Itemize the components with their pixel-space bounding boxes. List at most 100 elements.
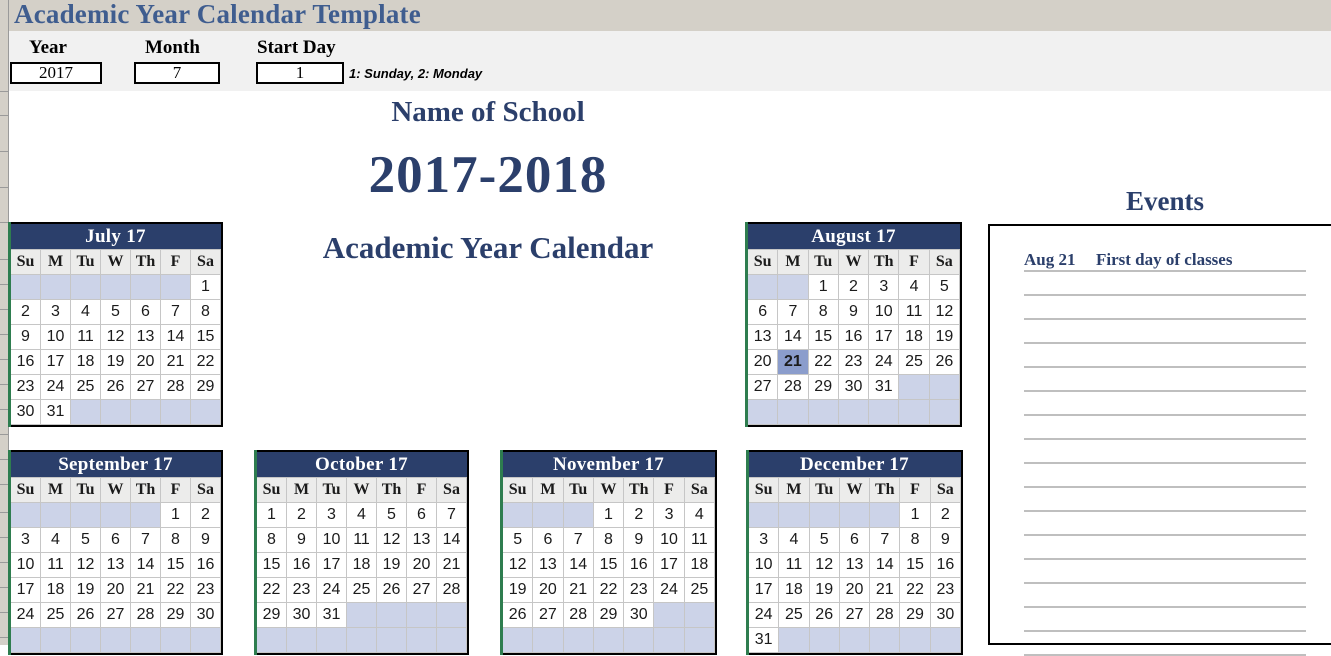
day-cell[interactable]: 19 bbox=[808, 577, 840, 603]
day-cell[interactable]: 25 bbox=[683, 577, 716, 603]
day-cell[interactable]: 9 bbox=[190, 527, 221, 553]
day-cell[interactable]: 1 bbox=[190, 274, 221, 300]
day-cell[interactable]: 3 bbox=[653, 502, 685, 528]
day-cell[interactable]: 5 bbox=[100, 299, 131, 325]
day-cell[interactable]: 30 bbox=[190, 602, 221, 628]
day-cell[interactable]: 26 bbox=[376, 577, 407, 603]
day-cell[interactable]: 7 bbox=[777, 299, 809, 325]
month-input[interactable]: 7 bbox=[134, 62, 220, 84]
day-cell[interactable]: 16 bbox=[286, 552, 317, 578]
day-cell[interactable]: 9 bbox=[286, 527, 317, 553]
day-cell[interactable]: 7 bbox=[160, 299, 191, 325]
day-cell[interactable]: 30 bbox=[929, 602, 962, 628]
day-cell[interactable]: 25 bbox=[778, 602, 810, 628]
event-row[interactable] bbox=[1024, 390, 1306, 416]
day-cell[interactable]: 13 bbox=[130, 324, 161, 350]
day-cell[interactable]: 22 bbox=[899, 577, 931, 603]
day-cell[interactable]: 28 bbox=[130, 602, 161, 628]
day-cell[interactable]: 23 bbox=[286, 577, 317, 603]
day-cell[interactable]: 22 bbox=[256, 577, 287, 603]
day-cell[interactable]: 3 bbox=[40, 299, 71, 325]
day-cell[interactable]: 27 bbox=[130, 374, 161, 400]
day-cell[interactable]: 11 bbox=[346, 527, 377, 553]
day-cell[interactable]: 20 bbox=[838, 577, 871, 603]
event-description[interactable]: First day of classes bbox=[1096, 250, 1232, 270]
day-cell[interactable]: 26 bbox=[100, 374, 131, 400]
day-cell[interactable]: 9 bbox=[10, 324, 41, 350]
day-cell[interactable]: 9 bbox=[929, 527, 962, 553]
day-cell[interactable]: 30 bbox=[286, 602, 317, 628]
day-cell[interactable]: 11 bbox=[683, 527, 716, 553]
day-cell[interactable]: 25 bbox=[40, 602, 71, 628]
day-cell[interactable]: 18 bbox=[346, 552, 377, 578]
day-cell[interactable]: 5 bbox=[70, 527, 101, 553]
day-cell[interactable]: 8 bbox=[160, 527, 191, 553]
day-cell[interactable]: 5 bbox=[501, 527, 534, 553]
day-cell[interactable]: 18 bbox=[778, 577, 810, 603]
day-cell[interactable]: 14 bbox=[562, 552, 594, 578]
day-cell[interactable]: 16 bbox=[929, 552, 962, 578]
day-cell[interactable]: 23 bbox=[837, 349, 870, 375]
day-cell[interactable]: 13 bbox=[406, 527, 437, 553]
day-cell[interactable]: 13 bbox=[100, 552, 131, 578]
day-cell[interactable]: 31 bbox=[40, 399, 71, 425]
day-cell[interactable]: 26 bbox=[501, 602, 534, 628]
day-cell[interactable]: 29 bbox=[256, 602, 287, 628]
event-row[interactable] bbox=[1024, 606, 1306, 632]
day-cell[interactable]: 22 bbox=[807, 349, 839, 375]
day-cell[interactable]: 30 bbox=[623, 602, 655, 628]
day-cell[interactable]: 26 bbox=[70, 602, 101, 628]
event-row[interactable] bbox=[1024, 414, 1306, 440]
day-cell[interactable]: 11 bbox=[40, 552, 71, 578]
day-cell[interactable]: 18 bbox=[683, 552, 716, 578]
day-cell[interactable]: 17 bbox=[747, 577, 780, 603]
day-cell[interactable]: 23 bbox=[190, 577, 221, 603]
day-cell[interactable]: 31 bbox=[747, 627, 780, 653]
day-cell[interactable]: 27 bbox=[406, 577, 437, 603]
day-cell[interactable]: 31 bbox=[868, 374, 900, 400]
event-row[interactable] bbox=[1024, 438, 1306, 464]
day-cell[interactable]: 15 bbox=[807, 324, 839, 350]
event-row[interactable] bbox=[1024, 462, 1306, 488]
day-cell[interactable]: 12 bbox=[928, 299, 961, 325]
day-cell[interactable]: 15 bbox=[592, 552, 625, 578]
day-cell[interactable]: 7 bbox=[436, 502, 467, 528]
day-cell[interactable]: 12 bbox=[808, 552, 840, 578]
day-cell[interactable]: 6 bbox=[746, 299, 779, 325]
day-cell[interactable]: 14 bbox=[436, 527, 467, 553]
day-cell[interactable]: 14 bbox=[777, 324, 809, 350]
day-cell[interactable]: 27 bbox=[100, 602, 131, 628]
day-cell[interactable]: 12 bbox=[100, 324, 131, 350]
day-cell[interactable]: 4 bbox=[898, 274, 930, 300]
day-cell[interactable]: 1 bbox=[256, 502, 287, 528]
day-cell[interactable]: 29 bbox=[807, 374, 839, 400]
day-cell[interactable]: 5 bbox=[376, 502, 407, 528]
day-cell[interactable]: 4 bbox=[40, 527, 71, 553]
day-cell[interactable]: 16 bbox=[190, 552, 221, 578]
day-cell[interactable]: 2 bbox=[190, 502, 221, 528]
day-cell[interactable]: 12 bbox=[70, 552, 101, 578]
day-cell[interactable]: 2 bbox=[286, 502, 317, 528]
day-cell[interactable]: 19 bbox=[928, 324, 961, 350]
day-cell[interactable]: 19 bbox=[376, 552, 407, 578]
day-cell[interactable]: 16 bbox=[623, 552, 655, 578]
day-cell[interactable]: 27 bbox=[532, 602, 564, 628]
day-cell[interactable]: 22 bbox=[190, 349, 221, 375]
day-cell[interactable]: 25 bbox=[898, 349, 930, 375]
day-cell[interactable]: 8 bbox=[899, 527, 931, 553]
day-cell[interactable]: 24 bbox=[868, 349, 900, 375]
day-cell[interactable]: 20 bbox=[406, 552, 437, 578]
day-cell[interactable]: 2 bbox=[837, 274, 870, 300]
day-cell[interactable]: 5 bbox=[928, 274, 961, 300]
day-cell[interactable]: 14 bbox=[160, 324, 191, 350]
day-cell[interactable]: 21 bbox=[436, 552, 467, 578]
day-cell[interactable]: 21 bbox=[160, 349, 191, 375]
day-cell[interactable]: 3 bbox=[316, 502, 347, 528]
day-cell[interactable]: 2 bbox=[929, 502, 962, 528]
day-cell[interactable]: 23 bbox=[929, 577, 962, 603]
event-row[interactable] bbox=[1024, 294, 1306, 320]
day-cell[interactable]: 6 bbox=[100, 527, 131, 553]
day-cell[interactable]: 31 bbox=[316, 602, 347, 628]
day-cell[interactable]: 29 bbox=[592, 602, 625, 628]
day-cell[interactable]: 20 bbox=[100, 577, 131, 603]
